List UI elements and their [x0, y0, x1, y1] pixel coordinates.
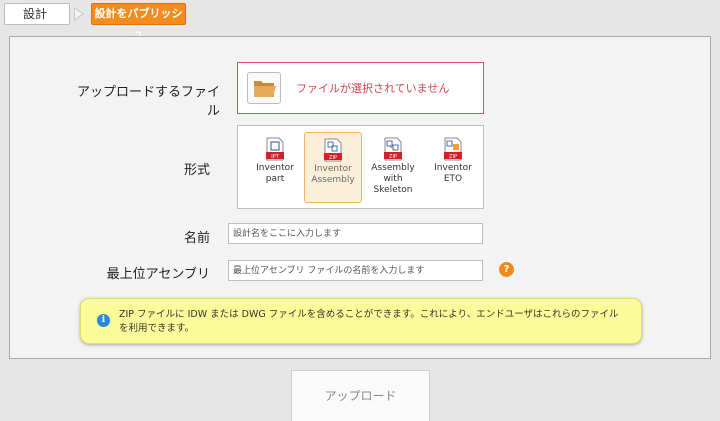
format-label-assembly-with-skeleton: Assembly with Skeleton	[371, 163, 415, 195]
help-icon[interactable]: ?	[499, 262, 514, 277]
name-input[interactable]	[228, 223, 483, 244]
file-status-text: ファイルが選択されていません	[296, 82, 450, 95]
publish-form-panel: アップロードするファイル ファイルが選択されていません 形式 IPT Inven…	[9, 36, 711, 359]
zip-badge: ZIP	[449, 154, 457, 160]
zip-eto-icon: ZIP	[444, 137, 462, 161]
zip-assembly-icon: ZIP	[324, 138, 342, 162]
folder-icon	[254, 81, 276, 97]
format-selector: IPT Inventor part ZIP Inventor Assembly …	[237, 125, 484, 209]
ipt-file-icon: IPT	[266, 137, 284, 161]
info-text: ZIP ファイルに IDW または DWG ファイルを含めることができます。これ…	[119, 309, 619, 334]
breadcrumb-publish-design: 設計をパブリッシュ	[91, 3, 186, 40]
upload-button[interactable]: アップロード	[291, 370, 430, 421]
zip-skeleton-icon: ZIP	[384, 137, 402, 161]
info-icon: i	[97, 314, 110, 327]
upload-file-label: アップロードするファイル	[76, 85, 220, 119]
format-label-inventor-part: Inventor part	[256, 163, 294, 184]
file-picker[interactable]: ファイルが選択されていません	[237, 62, 484, 114]
format-option-inventor-eto[interactable]: ZIP Inventor ETO	[424, 132, 482, 203]
format-label-inventor-eto: Inventor ETO	[434, 163, 472, 184]
format-option-inventor-assembly[interactable]: ZIP Inventor Assembly	[304, 132, 362, 203]
format-label-inventor-assembly: Inventor Assembly	[311, 164, 355, 185]
top-assembly-label: 最上位アセンブリ	[106, 267, 210, 282]
info-message: i ZIP ファイルに IDW または DWG ファイルを含めることができます。…	[80, 298, 642, 344]
browse-folder-button[interactable]	[247, 72, 281, 104]
breadcrumb-arrow-icon	[74, 7, 84, 21]
name-label: 名前	[183, 231, 210, 246]
ipt-badge: IPT	[271, 154, 279, 160]
format-label: 形式	[183, 163, 210, 178]
format-option-inventor-part[interactable]: IPT Inventor part	[246, 132, 304, 203]
top-assembly-input[interactable]	[228, 260, 483, 281]
breadcrumb-design[interactable]: 設計	[4, 3, 70, 25]
format-option-assembly-with-skeleton[interactable]: ZIP Assembly with Skeleton	[364, 132, 422, 203]
zip-badge: ZIP	[389, 154, 397, 160]
zip-badge: ZIP	[329, 155, 337, 161]
